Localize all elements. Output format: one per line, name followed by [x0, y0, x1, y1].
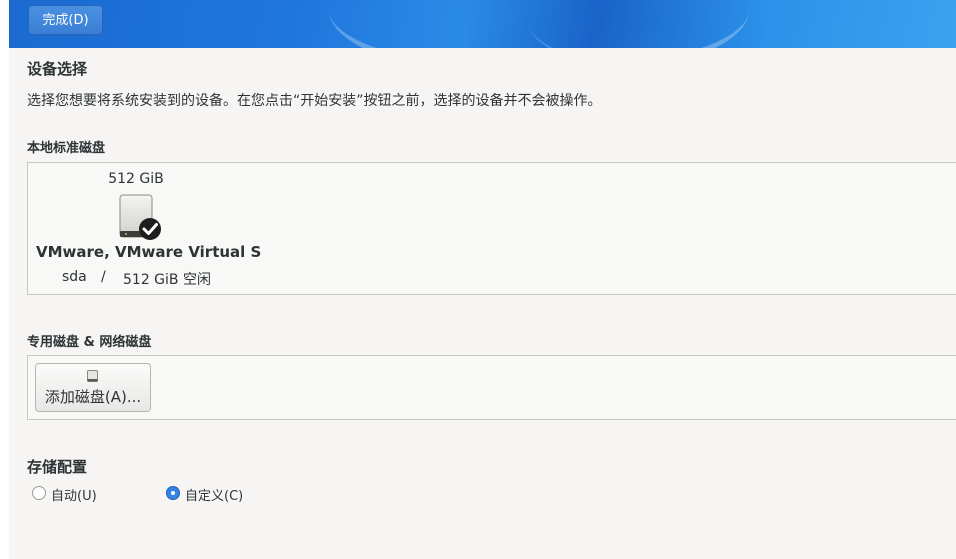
- header-decoration-2: [529, 0, 956, 48]
- device-selection-description: 选择您想要将系统安装到的设备。在您点击“开始安装”按钮之前，选择的设备并不会被操…: [27, 93, 602, 109]
- radio-automatic-label: 自动(U): [51, 489, 97, 504]
- done-button[interactable]: 完成(D): [28, 5, 103, 35]
- disk-separator: /: [101, 269, 106, 285]
- header-banner: [9, 0, 956, 48]
- storage-config-title: 存储配置: [27, 458, 88, 476]
- special-disks-title: 专用磁盘 & 网络磁盘: [27, 335, 152, 350]
- disk-name: VMware, VMware Virtual S: [36, 243, 262, 261]
- device-selection-title: 设备选择: [27, 60, 88, 78]
- window-edge: [0, 0, 9, 559]
- disk-free-space: 512 GiB 空闲: [123, 272, 211, 288]
- selected-check-icon: [139, 218, 161, 240]
- special-disks-panel: 添加磁盘(A)...: [27, 355, 956, 420]
- add-disk-button[interactable]: 添加磁盘(A)...: [35, 363, 151, 412]
- radio-checked-icon: [166, 486, 180, 500]
- disk-tile-sda[interactable]: 512 GiB VMware, VMware Virtual S sda / 5…: [36, 169, 261, 293]
- local-disks-panel: 512 GiB VMware, VMware Virtual S sda / 5…: [27, 162, 956, 295]
- local-disks-title: 本地标准磁盘: [27, 141, 106, 156]
- disk-icon: [87, 370, 98, 382]
- radio-unchecked-icon: [32, 486, 46, 500]
- hard-disk-icon: [119, 194, 161, 240]
- disk-size: 512 GiB: [108, 171, 164, 187]
- radio-custom-label: 自定义(C): [185, 489, 244, 504]
- disk-device: sda: [62, 269, 87, 285]
- add-disk-label: 添加磁盘(A)...: [44, 388, 142, 406]
